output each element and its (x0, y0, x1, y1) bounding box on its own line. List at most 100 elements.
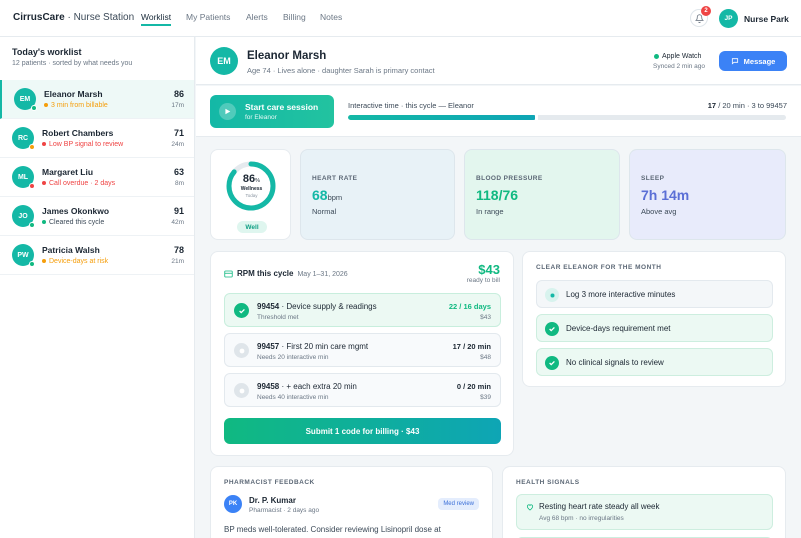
pending-icon (545, 288, 559, 302)
signal-title: Resting heart rate steady all week (539, 502, 660, 511)
tab-worklist[interactable]: Worklist (141, 12, 172, 26)
metric-label: SLEEP (641, 175, 665, 182)
patient-name: James Okonkwo (42, 206, 110, 216)
user-avatar[interactable]: JP (719, 9, 738, 28)
tab-notes[interactable]: Notes (320, 12, 342, 22)
signal-detail: Avg 68 bpm · no irregularities (539, 515, 624, 522)
patient-score: 78 (173, 245, 184, 255)
patient-time: 42m (171, 219, 184, 226)
patient-row[interactable]: PW Patricia Walsh Device-days at risk 78… (0, 236, 194, 275)
checklist-item[interactable]: No clinical signals to review (536, 348, 773, 376)
start-session-sublabel: for Eleanor (245, 114, 277, 121)
patient-score: 63 (173, 167, 184, 177)
tab-alerts[interactable]: Alerts (246, 12, 268, 22)
metric-label: BLOOD PRESSURE (476, 175, 543, 182)
start-care-session-button[interactable]: Start care session for Eleanor (210, 95, 334, 128)
check-icon (234, 303, 249, 318)
billing-code-row[interactable]: 99454 · Device supply & readings Thresho… (224, 293, 501, 327)
rpm-cycle-card: RPM this cycle May 1–31, 2026 $43 ready t… (210, 251, 514, 456)
patient-name: Patricia Walsh (42, 245, 100, 255)
connected-dot (654, 53, 659, 59)
patient-name: Eleanor Marsh (44, 89, 103, 99)
checklist-label: Device-days requirement met (566, 324, 671, 333)
top-nav: CirrusCare · Nurse Station Worklist My P… (0, 0, 801, 37)
patient-row[interactable]: RC Robert Chambers Low BP signal to revi… (0, 119, 194, 158)
checklist-item[interactable]: Device-days requirement met (536, 314, 773, 342)
user-name[interactable]: Nurse Park (744, 14, 789, 24)
signal-item[interactable]: Resting heart rate steady all week Avg 6… (516, 494, 773, 530)
patient-time: 21m (171, 258, 184, 265)
patient-row[interactable]: EM Eleanor Marsh 3 min from billable 86 … (0, 80, 194, 119)
code-title: 99454 · Device supply & readings (257, 302, 377, 311)
metric-status: Normal (312, 207, 337, 216)
pharmacist-note: BP meds well-tolerated. Consider reviewi… (224, 525, 441, 534)
patient-info: Age 74 · Lives alone · daughter Sarah is… (247, 66, 435, 75)
code-progress: 22 / 16 days (448, 302, 491, 311)
submit-billing-button[interactable]: Submit 1 code for billing · $43 (224, 418, 501, 444)
patient-row[interactable]: ML Margaret Liu Call overdue · 2 days 63… (0, 158, 194, 197)
metric-status: Above avg (641, 207, 677, 216)
patient-status: 3 min from billable (44, 102, 108, 109)
start-session-label: Start care session (245, 102, 319, 112)
tab-my-patients[interactable]: My Patients (186, 12, 230, 22)
pending-icon (234, 343, 249, 358)
sleep-card[interactable]: SLEEP 7h 14m Above avg (629, 149, 786, 240)
code-requirement: Needs 40 interactive min (257, 394, 329, 401)
interactive-time-label: Interactive time · this cycle — Eleanor (348, 101, 474, 110)
signals-title: HEALTH SIGNALS (516, 479, 580, 486)
code-requirement: Threshold met (257, 314, 299, 321)
blood-pressure-card[interactable]: BLOOD PRESSURE 118/76 In range (464, 149, 620, 240)
code-requirement: Needs 20 interactive min (257, 354, 329, 361)
progress-fill (348, 115, 537, 120)
patient-score: 71 (173, 128, 184, 138)
metric-label: HEART RATE (312, 175, 358, 182)
monthly-checklist-card: CLEAR ELEANOR FOR THE MONTH Log 3 more i… (522, 251, 786, 387)
check-icon (545, 356, 559, 370)
rpm-amount-sublabel: ready to bill (466, 277, 500, 284)
worklist-title: Today's worklist (12, 47, 82, 57)
health-signals-card: HEALTH SIGNALS Resting heart rate steady… (502, 466, 786, 538)
code-progress: 17 / 20 min (452, 342, 491, 351)
code-title: 99457 · First 20 min care mgmt (257, 342, 369, 351)
wellness-status-pill: Well (237, 221, 267, 233)
check-icon (545, 322, 559, 336)
patient-header: EM Eleanor Marsh Age 74 · Lives alone · … (196, 37, 801, 85)
wellness-score: 86% (242, 173, 261, 185)
interactive-time-progress (348, 115, 786, 120)
patient-status: Call overdue · 2 days (42, 180, 115, 187)
checklist-item[interactable]: Log 3 more interactive minutes (536, 280, 773, 308)
patient-row[interactable]: JO James Okonkwo Cleared this cycle 91 4… (0, 197, 194, 236)
patient-name: Robert Chambers (42, 128, 114, 138)
heart-rate-card[interactable]: HEART RATE 68bpm Normal (300, 149, 455, 240)
patient-status-dot (29, 144, 35, 150)
billing-code-row[interactable]: 99457 · First 20 min care mgmt Needs 20 … (224, 333, 501, 367)
brand-logo[interactable]: CirrusCare · Nurse Station (13, 12, 134, 23)
patient-name: Eleanor Marsh (247, 50, 327, 62)
play-icon (219, 103, 236, 120)
code-amount: $48 (480, 354, 491, 361)
rpm-amount: $43 (478, 262, 500, 277)
patient-name: Margaret Liu (42, 167, 94, 177)
metric-value: 7h 14m (641, 187, 690, 203)
pharmacist-title: PHARMACIST FEEDBACK (224, 479, 315, 486)
code-amount: $39 (480, 394, 491, 401)
worklist-sidebar: Today's worklist 12 patients · sorted by… (0, 37, 195, 538)
pending-icon (234, 383, 249, 398)
patient-status: Device-days at risk (42, 258, 108, 265)
code-progress: 0 / 20 min (456, 382, 491, 391)
pharmacist-avatar: PK (224, 495, 242, 513)
message-button[interactable]: Message (719, 51, 787, 71)
metric-value: 118/76 (476, 187, 519, 203)
patient-time: 24m (171, 141, 184, 148)
patient-status-dot (29, 183, 35, 189)
worklist-subtitle: 12 patients · sorted by what needs you (12, 60, 133, 67)
code-title: 99458 · + each extra 20 min (257, 382, 357, 391)
pharmacist-name: Dr. P. Kumar (249, 496, 296, 505)
tab-billing[interactable]: Billing (283, 12, 306, 22)
pharmacist-meta: Pharmacist · 2 days ago (249, 507, 320, 514)
patient-status: Low BP signal to review (42, 141, 123, 148)
checklist-label: Log 3 more interactive minutes (566, 290, 676, 299)
metric-value: 68bpm (312, 187, 343, 203)
heart-icon (526, 504, 534, 511)
billing-code-row[interactable]: 99458 · + each extra 20 min Needs 40 int… (224, 373, 501, 407)
